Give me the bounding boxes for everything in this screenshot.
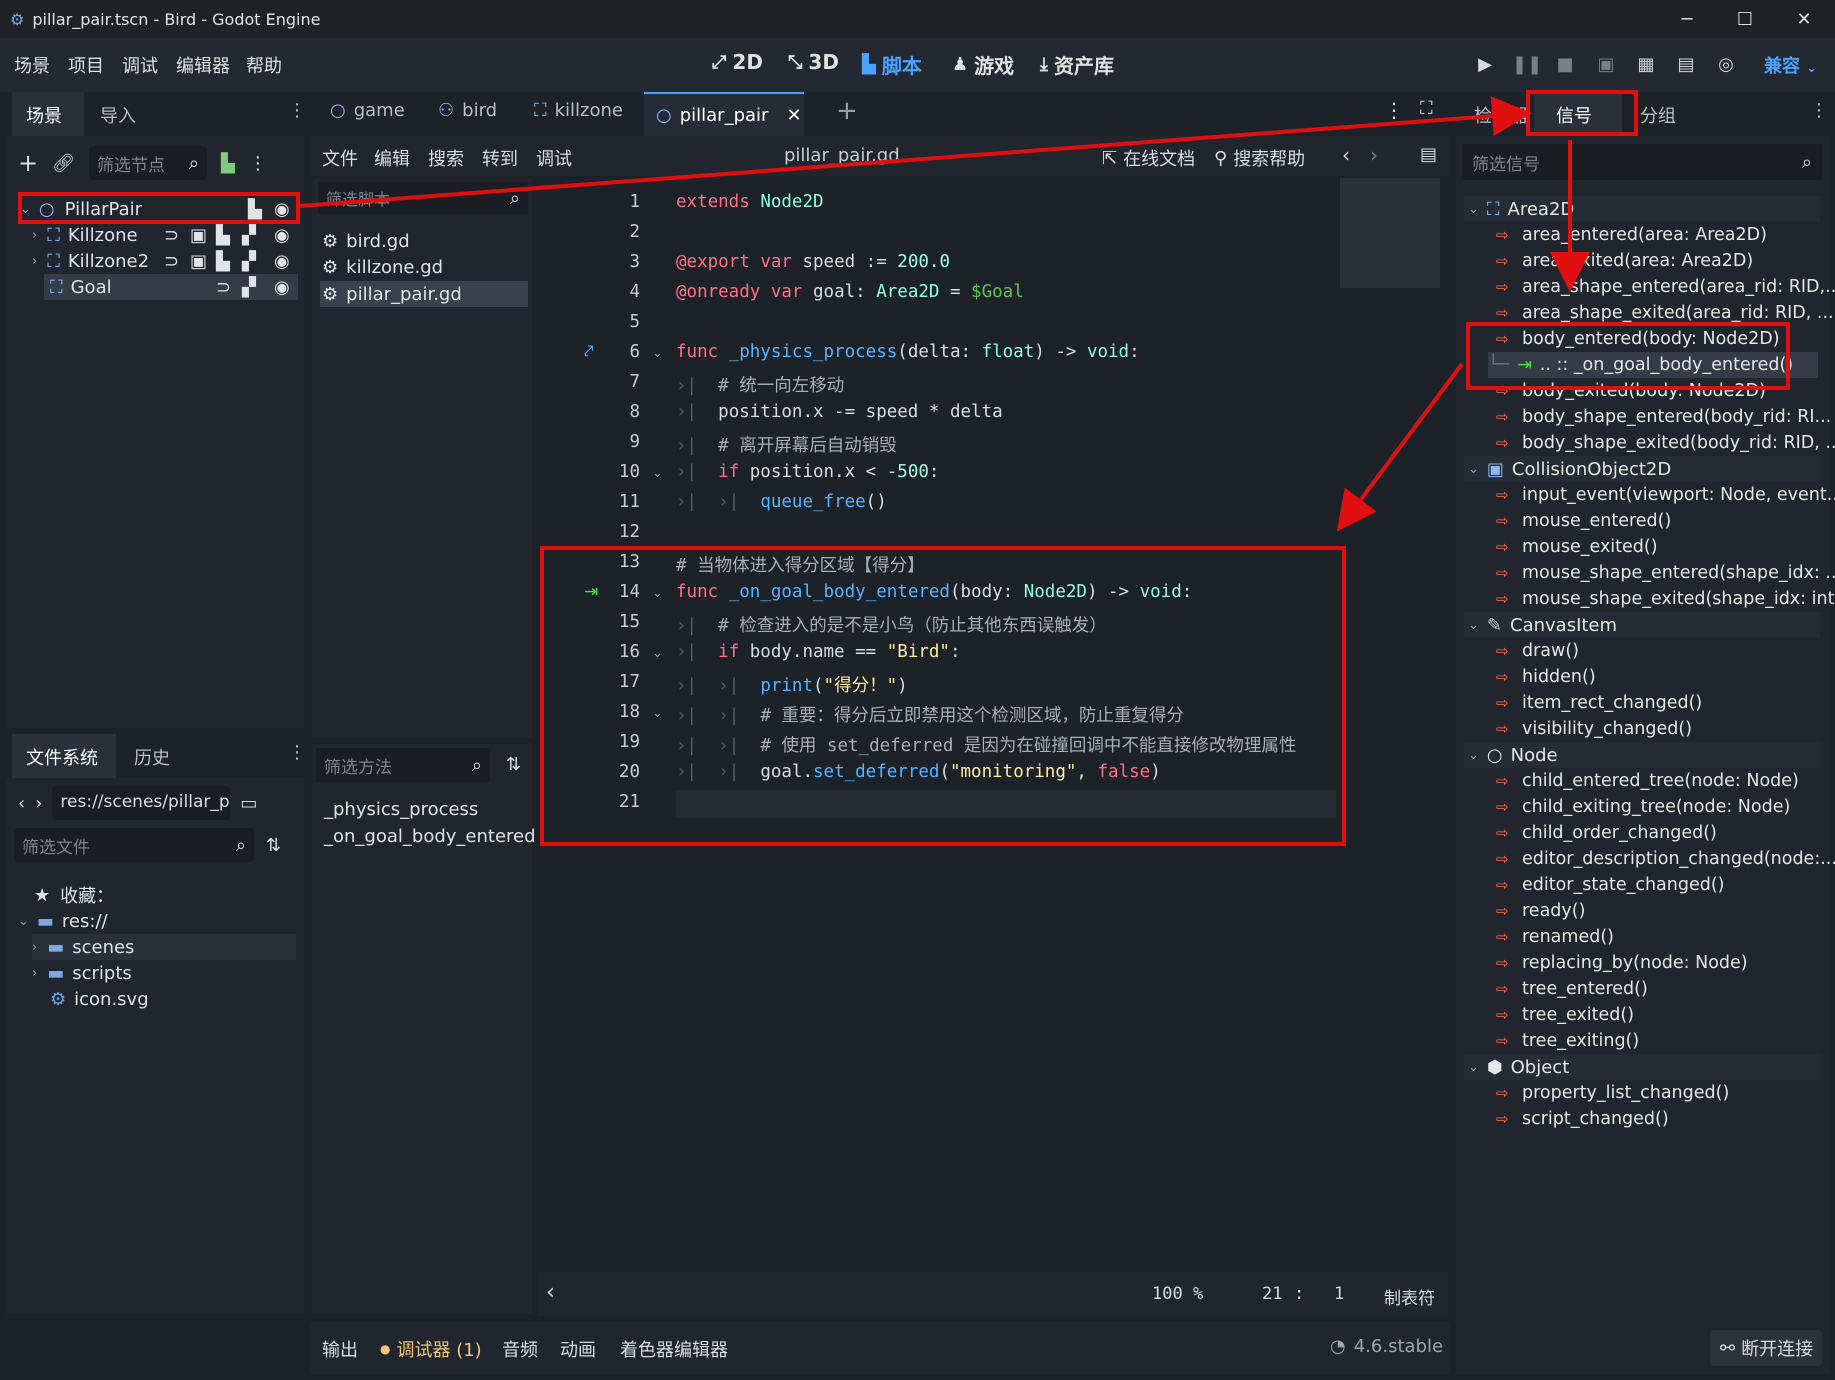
- arrow-to-code: [1336, 362, 1464, 532]
- arrow-to-signals-tab: [299, 96, 1532, 208]
- annotation-arrows: [299, 96, 1590, 532]
